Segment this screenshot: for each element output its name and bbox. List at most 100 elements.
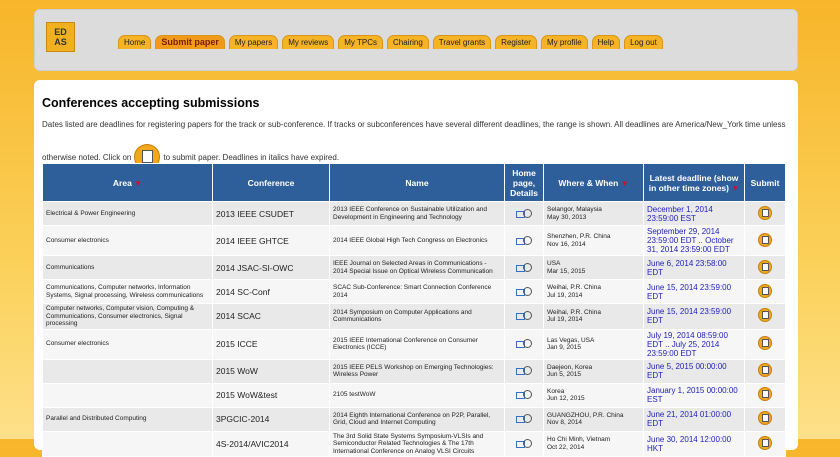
nav-my-tpcs[interactable]: My TPCs [338, 35, 383, 49]
home-page-details-icon[interactable] [516, 262, 532, 272]
sort-down-icon[interactable]: ▼ [621, 179, 629, 188]
cell-submit [744, 255, 786, 280]
header-conference[interactable]: Conference [212, 163, 330, 202]
submit-paper-icon[interactable] [758, 435, 772, 450]
table-row: 4S-2014/AVIC2014 The 3rd Solid State Syst… [42, 430, 786, 457]
nav-travel-grants[interactable]: Travel grants [432, 35, 492, 49]
cell-where: Selangor, Malaysia [547, 206, 602, 213]
cell-when: Nov 16, 2014 [547, 240, 586, 248]
submit-paper-icon[interactable] [758, 205, 772, 220]
nav-chairing[interactable]: Chairing [386, 35, 429, 49]
cell-where-when: USA Mar 15, 2015 [543, 255, 644, 280]
intro-text: Dates listed are deadlines for registeri… [42, 120, 786, 129]
header-name[interactable]: Name [329, 163, 505, 202]
cell-where: Shenzhen, P.R. China [547, 233, 611, 240]
home-page-details-icon[interactable] [516, 389, 532, 399]
submit-paper-icon[interactable] [758, 283, 772, 298]
cell-submit [744, 382, 786, 408]
cell-name: 2014 Symposium on Computer Applications … [329, 303, 505, 330]
cell-where: Las Vegas, USA [547, 336, 595, 344]
home-page-details-icon[interactable] [516, 208, 532, 218]
cell-conference[interactable]: 3PGCIC-2014 [212, 406, 330, 432]
table-row: Parallel and Distributed Computing 3PGCIC… [42, 406, 786, 432]
nav-register[interactable]: Register [495, 35, 537, 49]
cell-conference[interactable]: 2013 IEEE CSUDET [212, 201, 330, 226]
nav-home[interactable]: Home [118, 35, 152, 49]
nav-log-out[interactable]: Log out [624, 35, 663, 49]
main-nav: Home Submit paper My papers My reviews M… [118, 35, 663, 49]
cell-name: IEEE Journal on Selected Areas in Commun… [329, 255, 505, 280]
cell-conference[interactable]: 2015 WoW&test [212, 382, 330, 408]
cell-conference[interactable]: 2014 JSAC-SI-OWC [212, 255, 330, 280]
nav-my-profile[interactable]: My profile [540, 35, 588, 49]
cell-name: SCAC Sub-Conference: Smart Connection Co… [329, 279, 505, 304]
cell-conference[interactable]: 4S-2014/AVIC2014 [212, 430, 330, 457]
table-row: Communications 2014 JSAC-SI-OWC IEEE Journ… [42, 255, 786, 280]
cell-area: Computer networks, Computer vision, Comp… [42, 303, 213, 330]
cell-conference[interactable]: 2015 ICCE [212, 328, 330, 360]
submit-paper-icon[interactable] [758, 308, 772, 323]
cell-area: Consumer electronics [42, 328, 213, 360]
submit-paper-icon[interactable] [758, 363, 772, 377]
home-page-details-icon[interactable] [516, 365, 532, 375]
cell-when: May 30, 2013 [547, 213, 587, 221]
header-deadline[interactable]: Latest deadline (show in other time zone… [643, 163, 745, 202]
cell-name: 2014 Eighth International Conference on … [329, 406, 505, 432]
cell-name: 2013 IEEE Conference on Sustainable Util… [329, 201, 505, 226]
nav-my-reviews[interactable]: My reviews [282, 35, 335, 49]
nav-my-papers[interactable]: My papers [228, 35, 279, 49]
sort-down-icon[interactable]: ▼ [134, 179, 142, 188]
cell-deadline: July 19, 2014 08:59:00 EDT .. July 25, 2… [643, 328, 745, 360]
sort-down-icon[interactable]: ▼ [731, 184, 739, 193]
home-page-details-icon[interactable] [516, 438, 532, 448]
cell-home [504, 328, 544, 360]
nav-submit-paper[interactable]: Submit paper [155, 35, 225, 49]
conferences-table: Area ▼ Conference Name Home page, Detail… [42, 163, 786, 457]
home-page-details-icon[interactable] [516, 310, 532, 321]
header-submit: Submit [744, 163, 786, 202]
cell-submit [744, 358, 786, 384]
cell-name: 2015 IEEE International Conference on Co… [329, 328, 505, 360]
submit-paper-icon[interactable] [758, 232, 772, 247]
submit-paper-icon[interactable] [758, 259, 772, 274]
page-title: Conferences accepting submissions [42, 96, 260, 110]
header-deadline-label: Latest deadline (show in other time zone… [648, 172, 739, 193]
cell-when: Jul 19, 2014 [547, 291, 583, 299]
cell-when: Jun 5, 2015 [547, 371, 581, 378]
cell-where: Weihai, P.R. China [547, 308, 601, 316]
cell-conference[interactable]: 2014 SCAC [212, 303, 330, 330]
submit-paper-icon[interactable] [758, 411, 772, 425]
cell-area: Parallel and Distributed Computing [42, 406, 213, 432]
home-page-details-icon[interactable] [516, 338, 532, 348]
cell-deadline: June 21, 2014 01:00:00 EDT [643, 406, 745, 432]
cell-home [504, 255, 544, 280]
cell-where-when: Ho Chi Minh, Vietnam Oct 22, 2014 [543, 430, 644, 457]
table-row: Communications, Computer networks, Infor… [42, 279, 786, 304]
cell-area [42, 382, 213, 408]
table-row: Electrical & Power Engineering 2013 IEEE … [42, 201, 786, 226]
home-page-details-icon[interactable] [516, 235, 532, 245]
header-where-when[interactable]: Where & When ▼ [543, 163, 644, 202]
cell-conference[interactable]: 2014 SC-Conf [212, 279, 330, 304]
cell-where-when: Korea Jun 12, 2015 [543, 382, 644, 408]
home-page-details-icon[interactable] [516, 413, 532, 423]
cell-when: Oct 22, 2014 [547, 443, 585, 451]
edas-logo[interactable]: ED AS [46, 22, 75, 52]
cell-home [504, 358, 544, 384]
cell-deadline: June 15, 2014 23:59:00 EDT [643, 303, 745, 330]
logo-text-1: ED [54, 27, 67, 37]
nav-help[interactable]: Help [591, 35, 621, 49]
cell-home [504, 279, 544, 304]
cell-home [504, 406, 544, 432]
main-content: Conferences accepting submissions Dates … [34, 80, 798, 457]
submit-paper-icon[interactable] [758, 387, 772, 401]
submit-paper-icon[interactable] [758, 336, 772, 350]
cell-conference[interactable]: 2015 WoW [212, 358, 330, 384]
cell-conference[interactable]: 2014 IEEE GHTCE [212, 225, 330, 256]
header-area[interactable]: Area ▼ [42, 163, 213, 202]
cell-submit [744, 303, 786, 330]
cell-where-when: Las Vegas, USA Jan 9, 2015 [543, 328, 644, 360]
home-page-details-icon[interactable] [516, 286, 532, 296]
cell-where: Ho Chi Minh, Vietnam [547, 436, 611, 444]
cell-when: Nov 8, 2014 [547, 419, 583, 426]
